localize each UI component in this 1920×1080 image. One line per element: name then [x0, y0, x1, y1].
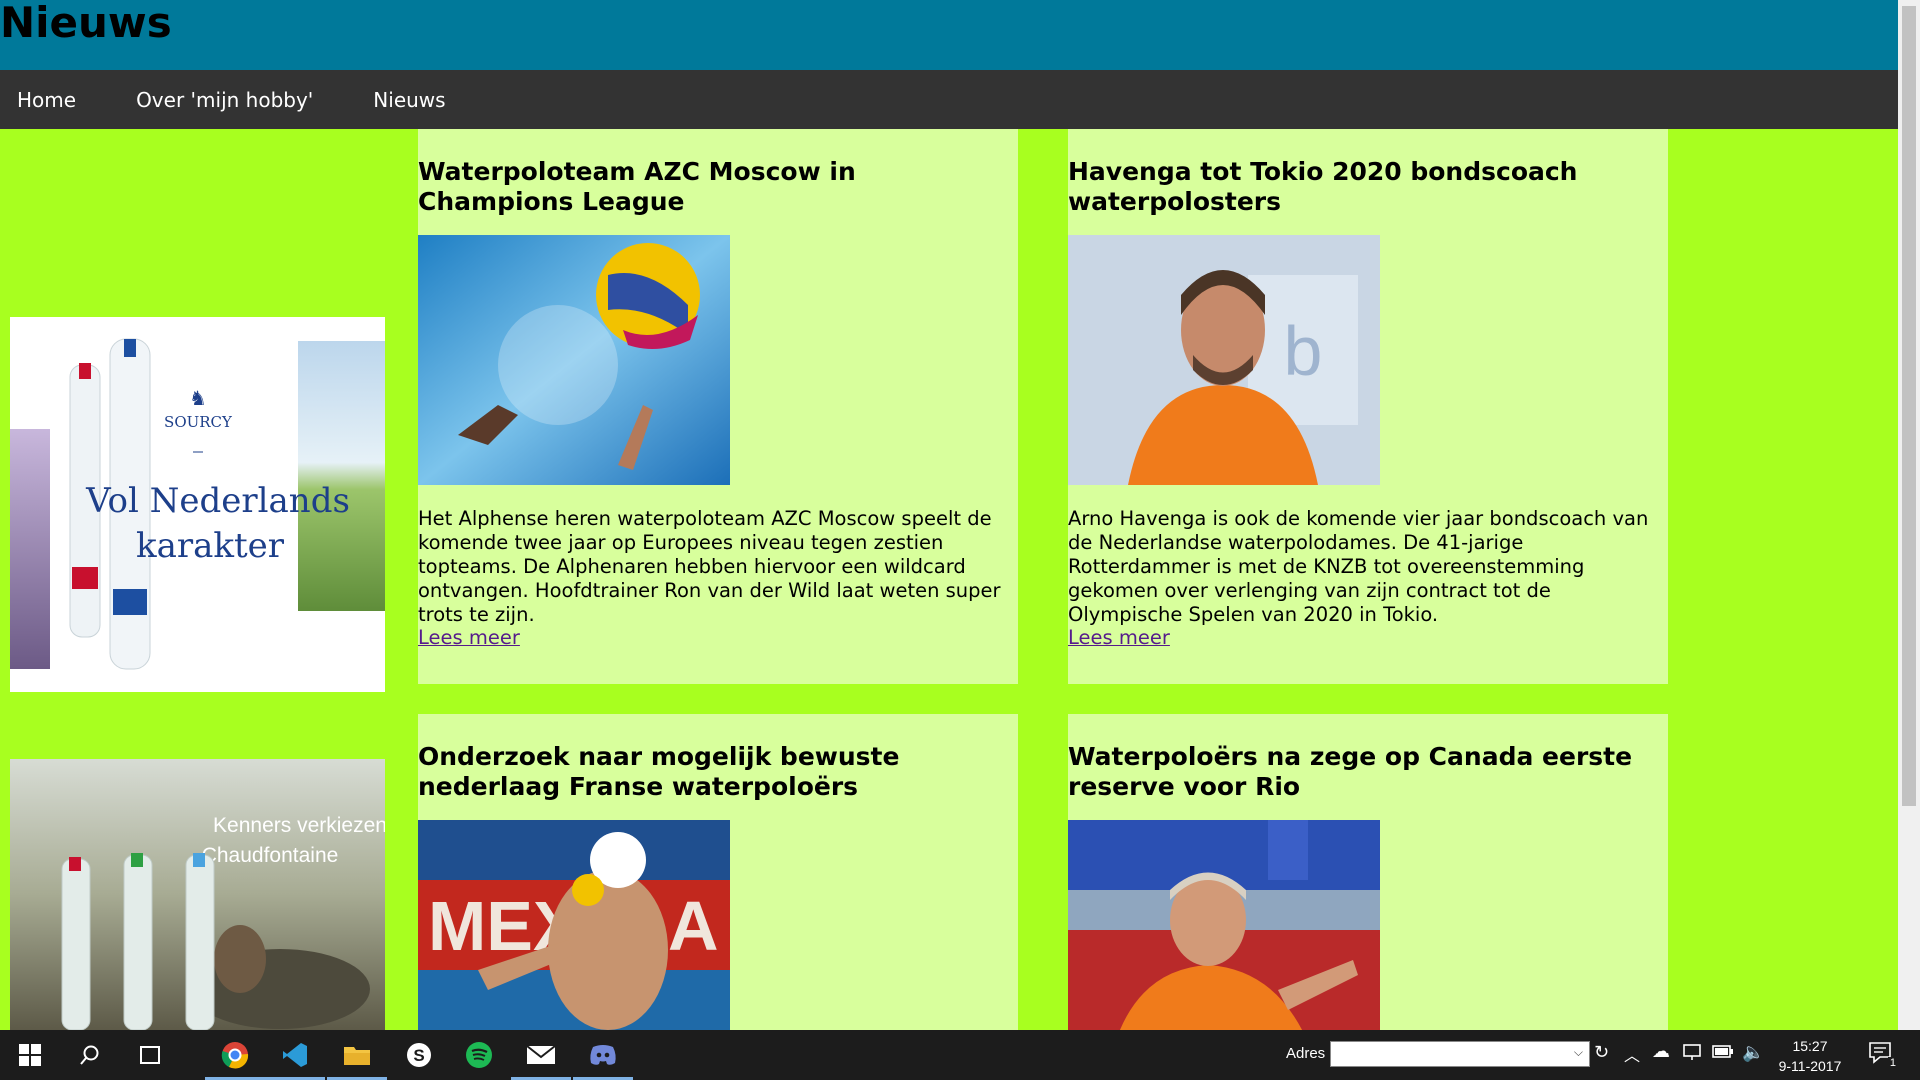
address-input[interactable]: ⌵ [1330, 1041, 1590, 1067]
spotify-icon[interactable] [449, 1030, 509, 1080]
svg-text:A: A [668, 887, 719, 965]
chrome-icon[interactable] [205, 1030, 265, 1080]
clock-date: 9-11-2017 [1778, 1058, 1842, 1074]
site-header: Nieuws [0, 0, 1898, 70]
skype-icon[interactable]: S [389, 1030, 449, 1080]
article-image: b [1068, 235, 1380, 485]
nav-item-over-mijn-hobby[interactable]: Over 'mijn hobby' [136, 88, 333, 112]
article-title: Onderzoek naar mogelijk bewuste nederlaa… [418, 742, 900, 801]
task-view-icon[interactable] [120, 1030, 180, 1080]
chevron-up-icon[interactable]: ︿ [1624, 1042, 1640, 1066]
clock-time: 15:27 [1792, 1038, 1828, 1054]
refresh-icon[interactable]: ↻ [1594, 1042, 1616, 1066]
sourcy-brand: SOURCY [164, 413, 233, 431]
svg-text:Chaudfontaine: Chaudfontaine [202, 844, 339, 867]
chevron-down-icon[interactable]: ⌵ [1574, 1045, 1583, 1060]
article-title: Waterpoloteam AZC Moscow in Champions Le… [418, 157, 856, 216]
svg-text:Kenners verkiezen: Kenners verkiezen [213, 814, 385, 837]
svg-text:S: S [413, 1046, 424, 1065]
file-explorer-icon[interactable] [327, 1030, 387, 1080]
article-body: Arno Havenga is ook de komende vier jaar… [1068, 507, 1649, 626]
article-title: Havenga tot Tokio 2020 bondscoach waterp… [1068, 157, 1578, 216]
svg-text:♞: ♞ [189, 386, 207, 410]
nav-item-nieuws[interactable]: Nieuws [373, 88, 465, 112]
notification-badge: 1 [1887, 1057, 1898, 1069]
svg-text:Vol Nederlands: Vol Nederlands [85, 481, 350, 521]
article-card: Onderzoek naar mogelijk bewuste nederlaa… [418, 714, 1018, 1030]
main-nav: Home Over 'mijn hobby' Nieuws [0, 70, 1898, 129]
search-icon[interactable] [60, 1030, 120, 1080]
network-icon[interactable] [1682, 1042, 1702, 1066]
article-card: Havenga tot Tokio 2020 bondscoach waterp… [1068, 129, 1668, 684]
sourcy-ad[interactable]: ♞ SOURCY Vol Nederlands karakter [10, 317, 385, 692]
mail-icon[interactable] [511, 1030, 571, 1080]
scrollbar-thumb[interactable] [1902, 6, 1916, 806]
article-image [1068, 820, 1380, 1030]
read-more-link[interactable]: Lees meer [1068, 626, 1170, 649]
action-center-icon[interactable]: 1 [1868, 1041, 1898, 1069]
vertical-scrollbar[interactable] [1898, 0, 1920, 1030]
article-image [418, 235, 730, 485]
sourcy-ad-image: ♞ SOURCY Vol Nederlands karakter [10, 317, 385, 692]
volume-icon[interactable]: 🔈 [1742, 1042, 1764, 1063]
cloud-icon[interactable]: ☁ [1652, 1041, 1670, 1062]
svg-text:karakter: karakter [136, 526, 285, 566]
svg-text:b: b [1284, 312, 1323, 390]
chaudfontaine-ad-image: Kenners verkiezen Chaudfontaine [10, 759, 385, 1030]
vscode-icon[interactable] [265, 1030, 325, 1080]
article-card: Waterpoloteam AZC Moscow in Champions Le… [418, 129, 1018, 684]
discord-icon[interactable] [573, 1030, 633, 1080]
windows-start-icon[interactable] [0, 1030, 60, 1080]
article-title: Waterpoloërs na zege op Canada eerste re… [1068, 742, 1633, 801]
article-image: MEX A [418, 820, 730, 1030]
article-body: Het Alphense heren waterpoloteam AZC Mos… [418, 507, 1001, 626]
nav-item-home[interactable]: Home [17, 88, 96, 112]
read-more-link[interactable]: Lees meer [418, 626, 520, 649]
clock[interactable]: 15:27 9-11-2017 [1770, 1036, 1850, 1076]
address-label: Adres [1286, 1045, 1326, 1062]
page-title: Nieuws [0, 0, 172, 47]
article-card: Waterpoloërs na zege op Canada eerste re… [1068, 714, 1668, 1030]
battery-icon[interactable] [1712, 1044, 1734, 1064]
chaudfontaine-ad[interactable]: Kenners verkiezen Chaudfontaine [10, 759, 385, 1030]
taskbar: S Adres ⌵ ↻ ︿ ☁ 🔈 15:27 9-11-2017 1 [0, 1030, 1920, 1080]
